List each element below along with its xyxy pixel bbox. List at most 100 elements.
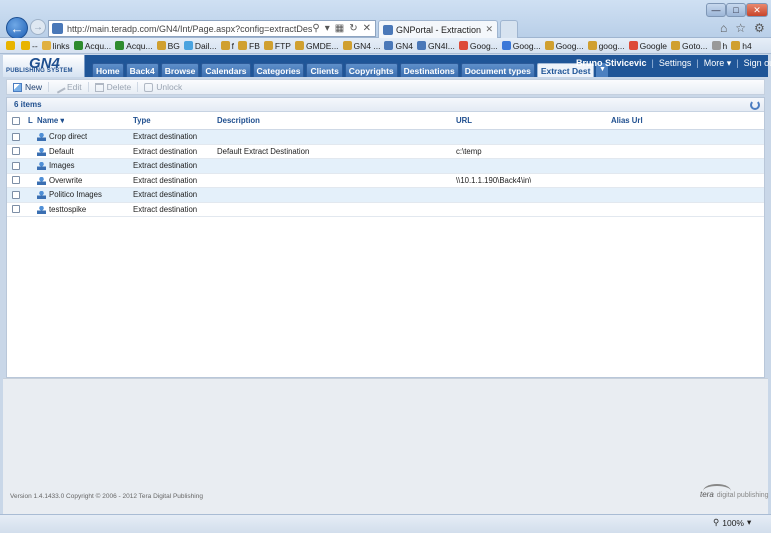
table-row[interactable]: testtospike Extract destination <box>7 203 764 217</box>
column-header-url[interactable]: URL <box>456 112 472 129</box>
table-row[interactable]: Overwrite Extract destination \\10.1.1.190… <box>7 174 764 188</box>
refresh-icon[interactable] <box>750 100 760 110</box>
row-checkbox[interactable] <box>12 147 20 156</box>
favorite-item[interactable]: Acqu... <box>115 41 153 51</box>
gn4-logo[interactable]: GN4 PUBLISHING SYSTEM <box>3 55 85 77</box>
favorite-item[interactable]: Goto... <box>671 41 708 51</box>
favorite-item[interactable]: GMDE... <box>294 41 339 51</box>
favorite-item[interactable]: h <box>711 41 727 51</box>
table-row[interactable]: Default Extract destination Default Extrac… <box>7 145 764 159</box>
favorite-item[interactable] <box>6 41 17 50</box>
favorite-label: Goog... <box>555 40 584 51</box>
more-link[interactable]: More ▾ <box>704 58 732 69</box>
tools-gear-icon[interactable]: ⚙ <box>754 21 765 35</box>
favorite-item[interactable]: GN4I... <box>416 41 455 51</box>
settings-link[interactable]: Settings <box>659 58 692 69</box>
nav-tab-document-types[interactable]: Document types <box>460 63 535 77</box>
nav-tab-calendars[interactable]: Calendars <box>201 63 251 77</box>
favorite-item[interactable]: goog... <box>587 41 625 51</box>
favorite-item[interactable]: f <box>220 40 235 51</box>
edit-button[interactable]: Edit <box>53 80 89 94</box>
favorite-item[interactable]: BG <box>156 40 180 51</box>
favorite-item[interactable]: links <box>41 41 70 51</box>
window-close-button[interactable]: ✕ <box>746 3 768 17</box>
favorite-item[interactable]: -- <box>21 41 38 51</box>
favorite-item[interactable]: FTP <box>263 41 291 51</box>
nav-tab-back4[interactable]: Back4 <box>125 63 159 77</box>
table-row[interactable]: Politico Images Extract destination <box>7 188 764 203</box>
compat-view-icon[interactable]: ▦ <box>335 23 344 34</box>
forward-button[interactable]: → <box>30 19 46 35</box>
favorites-star-icon[interactable]: ☆ <box>735 21 746 35</box>
favorite-item[interactable]: Google <box>628 41 667 51</box>
row-checkbox[interactable] <box>12 205 20 214</box>
dropdown-arrow-icon[interactable]: ▾ <box>325 23 330 34</box>
nav-tab-clients[interactable]: Clients <box>306 63 343 77</box>
favorite-item[interactable]: Goog... <box>501 41 541 51</box>
nav-tab-copyrights[interactable]: Copyrights <box>344 63 398 77</box>
google-icon <box>501 41 511 50</box>
favorite-item[interactable]: GN4 <box>384 41 413 51</box>
column-header-description[interactable]: Description <box>217 112 260 129</box>
close-tab-icon[interactable]: ✕ <box>485 24 493 35</box>
destination-icon <box>37 190 46 200</box>
back-button[interactable]: ← <box>6 17 28 39</box>
favorite-item[interactable]: Acqu... <box>73 41 111 51</box>
column-header-type[interactable]: Type <box>133 112 151 129</box>
chevron-down-icon: ▾ <box>746 517 752 527</box>
select-all-checkbox[interactable] <box>12 116 20 125</box>
row-checkbox[interactable] <box>12 161 20 170</box>
favorite-label: BG <box>167 40 180 51</box>
grid-body: Crop direct Extract destination Default Ext… <box>7 130 764 217</box>
minimize-button[interactable]: — <box>706 3 726 17</box>
destination-icon <box>37 161 46 171</box>
favorite-item[interactable]: FB <box>238 41 260 51</box>
tera-brand: tera <box>700 490 714 499</box>
refresh-icon[interactable]: ↻ <box>349 23 357 34</box>
name-cell[interactable]: Default <box>37 145 74 159</box>
tab-favicon-icon <box>383 24 393 35</box>
favorite-item[interactable]: GN4 ... <box>342 41 380 51</box>
browser-tab[interactable]: GNPortal - Extraction Desti... ✕ <box>378 20 498 38</box>
nav-tab-destinations[interactable]: Destinations <box>399 63 459 77</box>
table-row[interactable]: Images Extract destination <box>7 159 764 174</box>
row-checkbox[interactable] <box>12 132 20 141</box>
favorite-item[interactable]: Goog... <box>544 40 584 51</box>
type-cell: Extract destination <box>133 204 198 214</box>
site-favicon-icon <box>52 23 63 34</box>
stop-icon[interactable]: ✕ <box>363 23 371 34</box>
maximize-button[interactable]: □ <box>726 3 746 17</box>
address-bar[interactable]: http://main.teradp.com/GN4/Int/Page.aspx… <box>48 20 376 37</box>
grid-status: 6 items <box>7 98 764 112</box>
nav-tab-categories[interactable]: Categories <box>252 63 305 77</box>
address-url[interactable]: http://main.teradp.com/GN4/Int/Page.aspx… <box>67 24 312 34</box>
favorite-item[interactable]: Goog... <box>458 41 498 51</box>
new-tab-button[interactable] <box>500 20 518 38</box>
column-header-alias-url[interactable]: Alias Url <box>611 112 643 129</box>
nav-tab-home[interactable]: Home <box>92 63 124 77</box>
search-icon[interactable]: ⚲ <box>312 23 319 34</box>
zoom-control[interactable]: ⚲ 100% ▾ <box>713 517 751 528</box>
favorite-item[interactable]: Dail... <box>183 41 217 51</box>
name-cell[interactable]: testtospike <box>37 203 86 217</box>
table-row[interactable]: Crop direct Extract destination <box>7 130 764 145</box>
favorite-item[interactable]: h4 <box>731 41 752 51</box>
user-name[interactable]: Bruno Stivicevic <box>576 58 647 69</box>
row-checkbox[interactable] <box>12 176 20 185</box>
home-icon[interactable]: ⌂ <box>720 21 727 35</box>
new-button[interactable]: New <box>11 82 50 92</box>
name-cell[interactable]: Crop direct <box>37 130 87 144</box>
column-header-name[interactable]: Name ▾ <box>37 112 64 129</box>
sign-out-link[interactable]: Sign out <box>744 58 771 69</box>
column-header-l[interactable]: L <box>28 112 33 129</box>
unlock-button[interactable]: Unlock <box>142 82 188 92</box>
name-cell[interactable]: Images <box>37 159 75 173</box>
row-name: Default <box>49 146 74 156</box>
name-cell[interactable]: Politico Images <box>37 188 102 202</box>
nav-tab-browse[interactable]: Browse <box>160 63 200 77</box>
delete-button[interactable]: Delete <box>93 82 139 92</box>
favorite-label: f <box>231 40 235 51</box>
row-checkbox[interactable] <box>12 190 20 199</box>
name-cell[interactable]: Overwrite <box>37 174 82 188</box>
edit-pencil-icon <box>53 80 66 94</box>
